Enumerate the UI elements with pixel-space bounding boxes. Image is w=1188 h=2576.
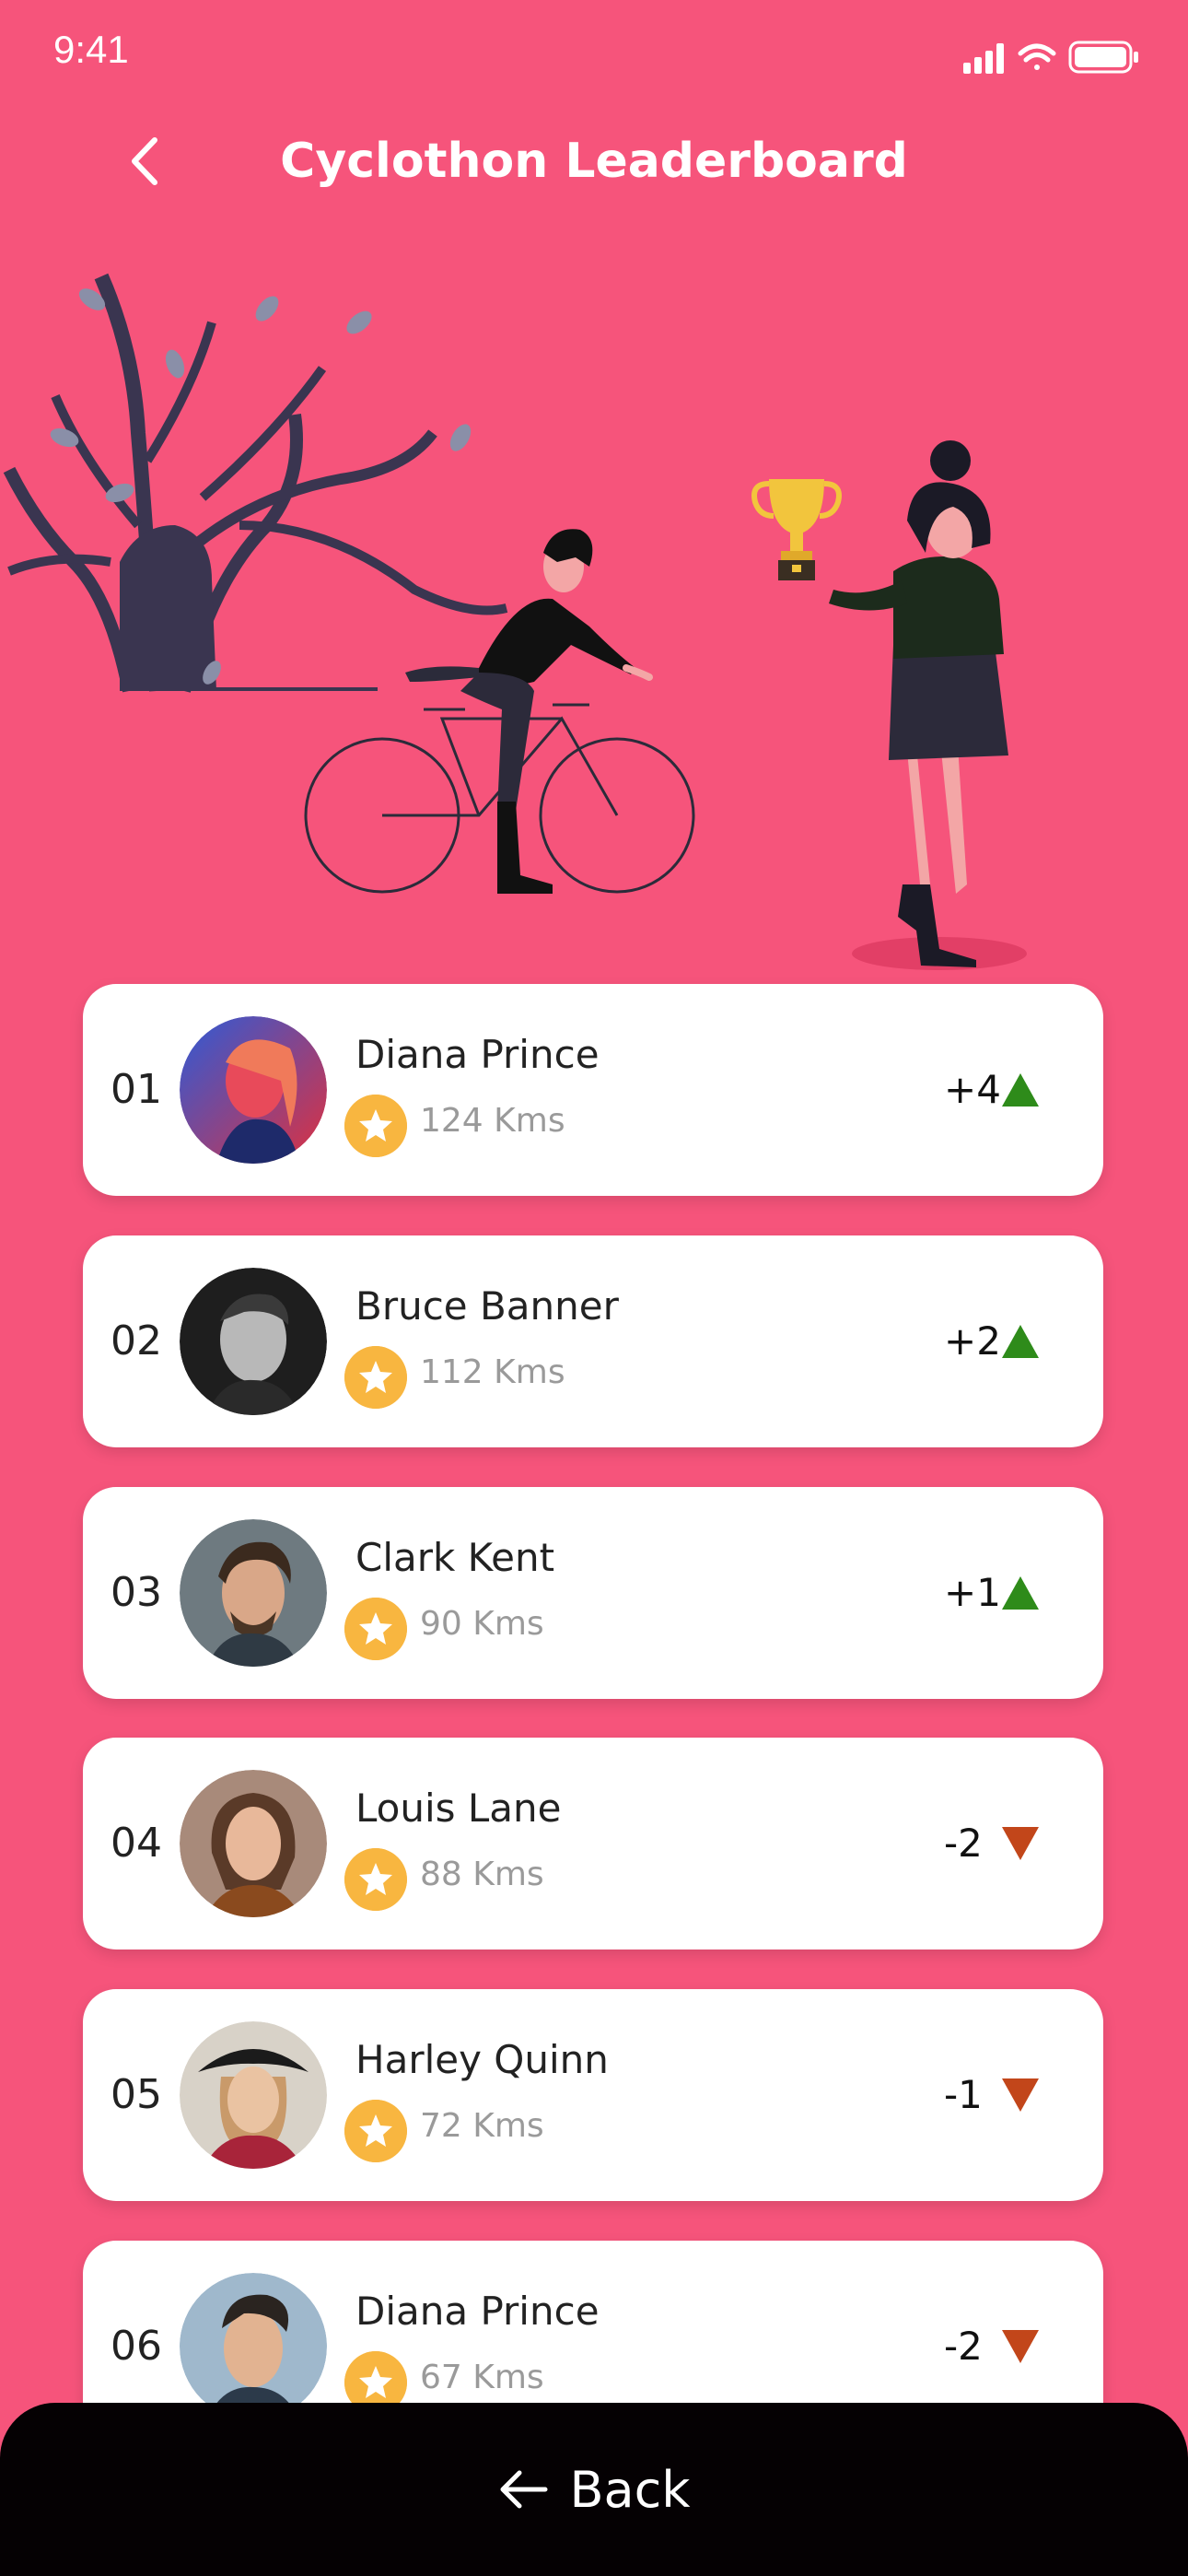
triangle-down-icon <box>1002 1827 1039 1860</box>
star-icon <box>344 1598 407 1660</box>
status-time: 9:41 <box>53 28 129 71</box>
leaderboard-row[interactable]: 01 Diana Prince 124 Kms +4 <box>83 984 1103 1196</box>
distance-value: 67 Kms <box>420 2359 544 2396</box>
rank-number: 01 <box>111 1066 162 1113</box>
rank-number: 02 <box>111 1317 162 1364</box>
back-button-label: Back <box>569 2460 691 2519</box>
distance-value: 124 Kms <box>420 1102 565 1140</box>
rider-name: Diana Prince <box>355 1032 600 1077</box>
triangle-down-icon <box>1002 2330 1039 2363</box>
cellular-signal-icon <box>963 43 1004 74</box>
avatar <box>180 1770 327 1917</box>
cyclist-trophy-illustration <box>3 273 1027 970</box>
bottom-bar: Back <box>0 2403 1188 2576</box>
rider-name: Diana Prince <box>355 2289 600 2334</box>
distance-value: 88 Kms <box>420 1856 544 1893</box>
avatar <box>180 1016 327 1164</box>
avatar <box>180 1519 327 1667</box>
cyclist-illustration <box>405 529 653 894</box>
rank-number: 04 <box>111 1820 162 1867</box>
leaderboard-row[interactable]: 02 Bruce Banner 112 Kms +2 <box>83 1235 1103 1447</box>
distance-value: 112 Kms <box>420 1353 565 1391</box>
star-icon <box>344 1848 407 1911</box>
wifi-icon <box>1018 43 1056 70</box>
triangle-up-icon <box>1002 1325 1039 1358</box>
leaderboard-row[interactable]: 05 Harley Quinn 72 Kms -1 <box>83 1989 1103 2201</box>
rank-change: -1 <box>944 2072 983 2117</box>
avatar <box>180 2021 327 2169</box>
rider-name: Louis Lane <box>355 1786 562 1831</box>
rank-change: +1 <box>944 1570 1001 1615</box>
status-bar: 9:41 <box>0 0 1188 101</box>
rank-number: 03 <box>111 1569 162 1616</box>
star-icon <box>344 2100 407 2162</box>
battery-icon <box>1068 41 1138 74</box>
page-title: Cyclothon Leaderboard <box>280 134 908 189</box>
triangle-up-icon <box>1002 1576 1039 1610</box>
triangle-down-icon <box>1002 2078 1039 2112</box>
rider-name: Bruce Banner <box>355 1283 619 1329</box>
tree-illustration <box>3 273 508 693</box>
avatar <box>180 1268 327 1415</box>
back-button[interactable]: Back <box>0 2403 1188 2576</box>
trophy-icon <box>751 479 842 580</box>
triangle-up-icon <box>1002 1073 1039 1107</box>
rank-number: 05 <box>111 2071 162 2118</box>
rank-change: +2 <box>944 1318 1001 1364</box>
woman-with-trophy-illustration <box>751 440 1027 970</box>
star-icon <box>344 1095 407 1157</box>
distance-value: 72 Kms <box>420 2107 544 2145</box>
rank-change: -2 <box>944 1821 983 1866</box>
rank-change: +4 <box>944 1067 1001 1112</box>
distance-value: 90 Kms <box>420 1605 544 1643</box>
status-icons <box>963 41 1138 74</box>
arrow-left-icon <box>500 2470 548 2509</box>
leaderboard-row[interactable]: 04 Louis Lane 88 Kms -2 <box>83 1738 1103 1950</box>
leaderboard-row[interactable]: 03 Clark Kent 90 Kms +1 <box>83 1487 1103 1699</box>
rider-name: Clark Kent <box>355 1535 555 1580</box>
star-icon <box>344 1346 407 1409</box>
rider-name: Harley Quinn <box>355 2037 609 2082</box>
avatar <box>180 2273 327 2420</box>
